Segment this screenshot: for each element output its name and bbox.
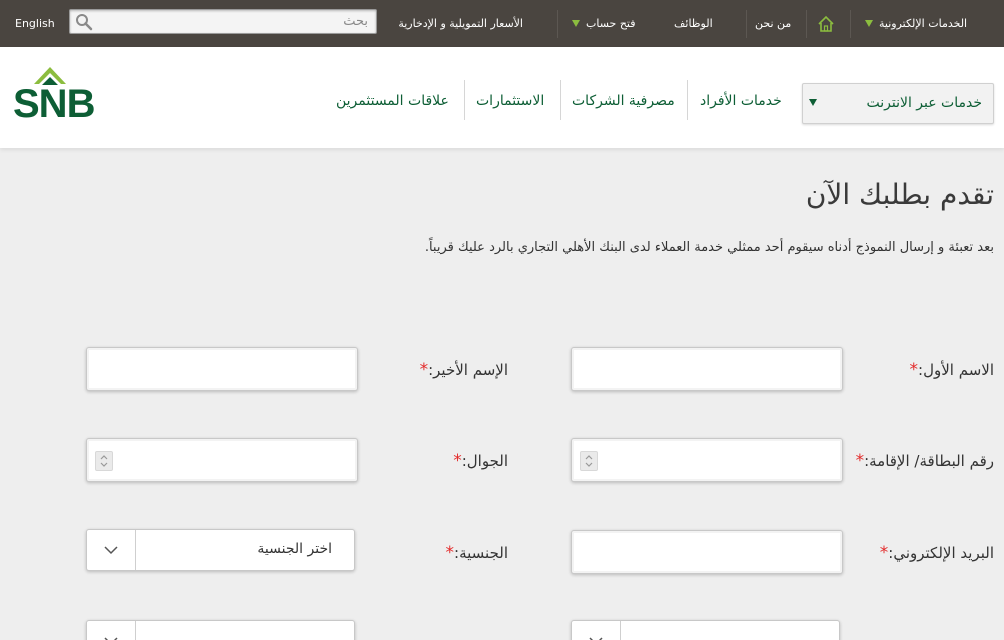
required-mark: * [453, 451, 462, 471]
online-services-button[interactable]: خدمات عبر الانترنت [802, 83, 994, 124]
page-title: تقدم بطلبك الآن [805, 178, 994, 211]
language-link[interactable]: English [15, 0, 55, 47]
jobs-link[interactable]: الوظائف [674, 0, 713, 47]
nav-individuals[interactable]: خدمات الأفراد [700, 78, 782, 124]
required-mark: * [879, 543, 889, 563]
intro-text: بعد تعبئة و إرسال النموذج أدناه سيقوم أح… [424, 240, 994, 255]
nav-corporate[interactable]: مصرفية الشركات [572, 78, 675, 124]
divider [687, 80, 688, 120]
dropdown-arrow-icon [572, 20, 580, 27]
search-icon[interactable] [75, 13, 93, 35]
spinner-icon[interactable] [580, 451, 598, 471]
first-name-field[interactable] [571, 347, 843, 391]
id-number-field[interactable] [571, 438, 843, 482]
about-link[interactable]: من نحن [755, 0, 791, 47]
search-input[interactable] [98, 12, 368, 31]
chevron-down-icon [809, 99, 817, 106]
divider [560, 80, 561, 120]
required-mark: * [855, 451, 865, 471]
top-utility-bar: English الأسعار التمويلية و الإدخارية فت… [0, 0, 1004, 47]
rates-link[interactable]: الأسعار التمويلية و الإدخارية [387, 0, 523, 47]
mobile-field[interactable] [86, 438, 358, 482]
snb-logo[interactable]: SNB [13, 64, 125, 126]
divider [557, 10, 558, 38]
email-field[interactable] [571, 530, 843, 574]
email-label: البريد الإلكتروني:* [879, 543, 994, 563]
required-mark: * [445, 543, 455, 563]
search-box[interactable] [69, 9, 377, 34]
main-header: SNB علاقات المستثمرين الاستثمارات مصرفية… [0, 47, 1004, 148]
nationality-select[interactable]: اختر الجنسية [86, 529, 355, 571]
divider [806, 10, 807, 38]
id-number-label: رقم البطاقة/ الإقامة:* [855, 451, 994, 471]
first-name-label: الاسم الأول:* [909, 360, 994, 380]
divider [464, 80, 465, 120]
required-mark: * [419, 360, 429, 380]
open-account-menu[interactable]: فتح حساب [572, 0, 636, 47]
chevron-down-icon[interactable] [87, 530, 136, 570]
home-icon[interactable] [817, 0, 835, 47]
required-mark: * [909, 360, 919, 380]
dropdown-arrow-icon [865, 20, 873, 27]
chevron-down-icon[interactable] [572, 621, 621, 640]
divider [850, 10, 851, 38]
last-name-label: الإسم الأخير:* [419, 360, 508, 380]
eservices-menu[interactable]: الخدمات الإلكترونية [865, 0, 967, 47]
spinner-icon[interactable] [95, 451, 113, 471]
nav-investments[interactable]: الاستثمارات [476, 78, 544, 124]
last-name-field[interactable] [86, 347, 358, 391]
nav-investor-relations[interactable]: علاقات المستثمرين [336, 78, 449, 124]
select-field-partial[interactable] [86, 620, 355, 640]
mobile-label: الجوال:* [453, 451, 508, 471]
select-field-partial[interactable] [571, 620, 840, 640]
chevron-down-icon[interactable] [87, 621, 136, 640]
nationality-label: الجنسية:* [445, 543, 508, 563]
logo-text: SNB [13, 82, 95, 126]
divider [746, 10, 747, 38]
